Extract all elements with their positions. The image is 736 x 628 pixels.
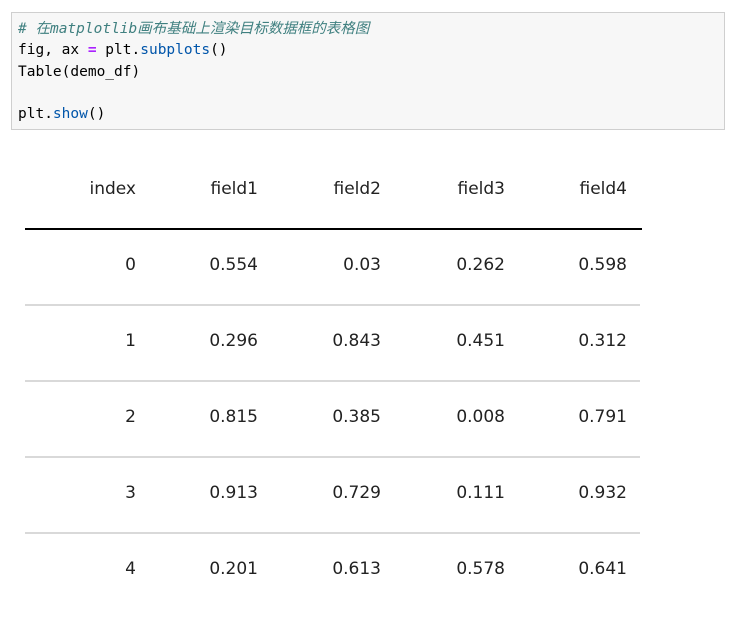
table-cell: 0.451 [456,331,505,351]
code-line-table: Table(demo_df) [18,62,724,83]
table-cell: 0.296 [209,331,258,351]
table-cell: 0.791 [578,407,627,427]
table-cell: 0.641 [578,559,627,579]
code-line-comment: # 在matplotlib画布基础上渲染目标数据框的表格图 [18,19,724,40]
table-cell: 0.598 [578,255,627,275]
table-header-field2: field2 [333,179,382,199]
code-comment: # 在matplotlib画布基础上渲染目标数据框的表格图 [18,21,370,37]
row-divider [25,380,640,382]
table-cell: 0.03 [343,255,381,275]
table-cell: 0.111 [456,483,505,503]
table-header-field1: field1 [210,179,259,199]
code-function: subplots [140,42,211,59]
table-cell: 0.554 [209,255,258,275]
table-cell: 0.262 [456,255,505,275]
table-cell: 0.613 [332,559,381,579]
code-line-show: plt.show() [18,104,724,125]
code-token: () [87,106,106,123]
table-cell: 4 [125,559,136,579]
table-header-field3: field3 [457,179,506,199]
code-operator: = [87,42,97,59]
table-cell: 0.312 [578,331,627,351]
code-token: plt. [18,106,53,123]
table-cell: 0.843 [332,331,381,351]
table-cell: 0 [125,255,136,275]
table-cell: 1 [125,331,136,351]
table-cell: 0.913 [209,483,258,503]
row-divider [25,456,640,458]
row-divider [25,304,640,306]
code-line-subplots: fig, ax = plt.subplots() [18,40,724,61]
code-token: () [210,42,228,59]
table-cell: 0.578 [456,559,505,579]
code-token: Table(demo_df) [18,63,141,80]
code-token: plt. [96,42,141,59]
table-header-index: index [89,179,136,199]
code-function: show [52,106,88,123]
code-cell[interactable]: # 在matplotlib画布基础上渲染目标数据框的表格图 fig, ax = … [11,12,725,130]
output-table: index field1 field2 field3 field4 0 0.554 0.03 0… [0,150,736,620]
table-cell: 0.815 [209,407,258,427]
table-cell: 0.385 [332,407,381,427]
table-cell: 2 [125,407,136,427]
table-cell: 0.008 [456,407,505,427]
table-cell: 0.201 [209,559,258,579]
table-cell: 3 [125,483,136,503]
code-token: fig, ax [18,42,88,59]
table-cell: 0.932 [578,483,627,503]
table-header-field4: field4 [579,179,628,199]
table-cell: 0.729 [332,483,381,503]
row-divider [25,532,640,534]
header-rule [25,228,642,230]
